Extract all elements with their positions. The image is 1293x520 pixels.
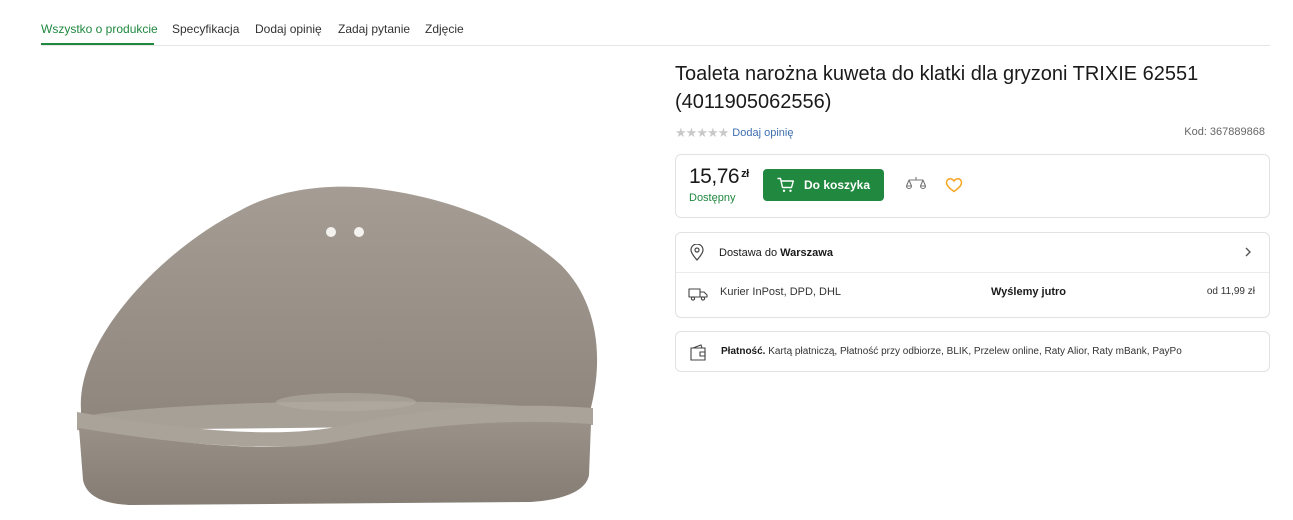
tab-add-review[interactable]: Dodaj opinię (255, 22, 322, 36)
delivery-city: Warszawa (780, 247, 833, 259)
wallet-icon (690, 344, 706, 361)
payment-box: Płatność. Kartą płatniczą, Płatność przy… (675, 331, 1270, 372)
price: 15,76 zł (689, 165, 749, 189)
add-review-link[interactable]: Dodaj opinię (732, 127, 793, 139)
delivery-destination[interactable]: Dostawa do Warszawa (676, 233, 1269, 273)
payment-methods: Płatność. Kartą płatniczą, Płatność przy… (721, 346, 1182, 357)
rating-row: ★ ★ ★ ★ ★ Dodaj opinię (675, 124, 793, 142)
shipping-time: Wyślemy jutro (991, 286, 1066, 298)
star-icon: ★ (685, 125, 698, 140)
add-to-cart-label: Do koszyka (803, 178, 871, 192)
courier-list: Kurier InPost, DPD, DHL (720, 286, 842, 298)
product-code: Kod: 367889868 (1184, 126, 1265, 138)
delivery-prefix: Dostawa do (719, 247, 778, 259)
star-icon: ★ (696, 125, 708, 140)
product-title-line1: Toaleta narożna kuweta do klatki dla gry… (675, 63, 1199, 85)
delivery-box: Dostawa do Warszawa Kurier InPost, DPD, … (675, 232, 1270, 318)
tab-all-about-product[interactable]: Wszystko o produkcie (41, 22, 158, 36)
active-tab-indicator (41, 43, 154, 45)
product-photo (77, 186, 598, 505)
buy-box: 15,76 zł Dostępny Do koszyka (675, 154, 1270, 218)
cart-icon (777, 177, 794, 192)
star-icon: ★ (706, 125, 719, 140)
compare-icon[interactable] (906, 176, 926, 192)
payment-methods-list: Kartą płatniczą, Płatność przy odbiorze,… (768, 346, 1182, 357)
chevron-right-icon (1245, 247, 1251, 257)
delivery-destination-text: Dostawa do Warszawa (719, 247, 833, 259)
shipping-price: od 11,99 zł (1206, 286, 1255, 297)
heart-icon[interactable] (945, 177, 963, 193)
tab-photos[interactable]: Zdjęcie (425, 22, 464, 36)
price-currency: zł (741, 168, 749, 180)
product-title-line2: (4011905062556) (675, 91, 832, 113)
truck-icon (688, 288, 708, 301)
tab-specification[interactable]: Specyfikacja (172, 22, 239, 36)
star-icon: ★ (675, 125, 687, 140)
tab-ask-question[interactable]: Zadaj pytanie (338, 22, 410, 36)
add-to-cart-button[interactable]: Do koszyka (763, 169, 884, 201)
rating-stars: ★ ★ ★ ★ ★ (675, 125, 730, 141)
star-icon: ★ (717, 125, 730, 140)
product-image[interactable] (41, 140, 631, 520)
location-pin-icon (690, 244, 704, 261)
product-tabs: Wszystko o produkcie Specyfikacja Dodaj … (41, 0, 1270, 46)
availability-status: Dostępny (689, 192, 736, 204)
price-value: 15,76 (689, 165, 740, 188)
payment-label: Płatność. (721, 346, 766, 357)
product-title: Toaleta narożna kuweta do klatki dla gry… (675, 60, 1235, 116)
